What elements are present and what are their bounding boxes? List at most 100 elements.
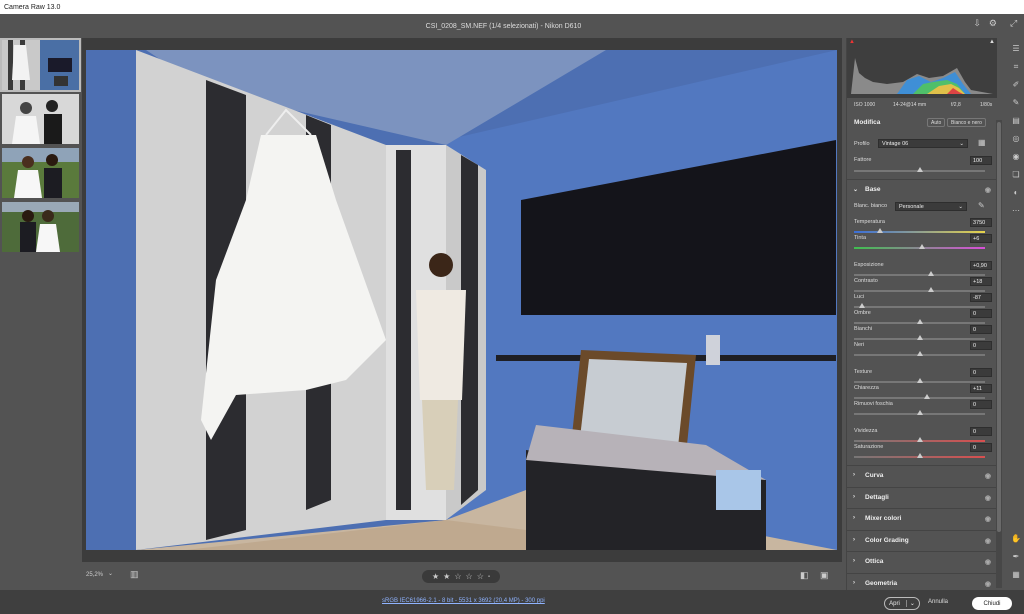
slider-track[interactable] bbox=[854, 228, 985, 233]
graduated-filter-icon[interactable]: ▤ bbox=[1011, 116, 1021, 126]
rating-stars[interactable]: ★ ★ ☆ ☆ ☆ ▪ bbox=[422, 570, 500, 583]
thumbnail-1[interactable] bbox=[0, 38, 81, 92]
photo-preview[interactable] bbox=[86, 50, 837, 550]
slider-knob[interactable] bbox=[916, 437, 923, 442]
star-5[interactable]: ☆ bbox=[477, 572, 484, 581]
heal-brush-icon[interactable]: ✐ bbox=[1011, 80, 1021, 90]
thumbnail-4[interactable] bbox=[2, 202, 79, 252]
eye-icon[interactable]: ◉ bbox=[985, 186, 991, 194]
open-button[interactable]: Apri ⌄ bbox=[884, 597, 920, 610]
profile-select[interactable]: Vintage 06 ⌄ bbox=[878, 139, 968, 148]
eye-icon[interactable]: ◉ bbox=[985, 515, 991, 523]
done-button[interactable]: Chiudi bbox=[972, 597, 1012, 610]
section-color-grading[interactable]: › Color Grading ◉ bbox=[847, 529, 997, 550]
color-sampler-icon[interactable]: ✒ bbox=[1011, 552, 1021, 562]
wb-select[interactable]: Personale ⌄ bbox=[895, 202, 967, 211]
section-curva[interactable]: › Curva ◉ bbox=[847, 465, 997, 485]
star-3[interactable]: ☆ bbox=[454, 572, 461, 581]
more-icon[interactable]: ⋯ bbox=[1011, 206, 1021, 216]
slider-value[interactable]: +11 bbox=[970, 384, 992, 393]
cancel-button[interactable]: Annulla bbox=[928, 599, 948, 605]
slider-knob[interactable] bbox=[877, 228, 884, 233]
slider-value[interactable]: 0 bbox=[970, 325, 992, 334]
slider-track[interactable] bbox=[854, 410, 985, 415]
compare-view-icon[interactable]: ▣ bbox=[820, 571, 829, 580]
slider-value[interactable]: +0,90 bbox=[970, 261, 992, 270]
shadow-clipping-icon[interactable]: ▲ bbox=[849, 39, 855, 45]
eye-icon[interactable]: ◉ bbox=[985, 494, 991, 502]
slider-track[interactable] bbox=[854, 271, 985, 276]
slider-knob[interactable] bbox=[928, 287, 935, 292]
slider-value[interactable]: 0 bbox=[970, 443, 992, 452]
section-base[interactable]: ⌄ Base ◉ bbox=[847, 179, 997, 199]
crop-icon[interactable]: ⌗ bbox=[1011, 62, 1021, 72]
slider-track[interactable] bbox=[854, 303, 985, 308]
slider-knob[interactable] bbox=[858, 303, 865, 308]
presets-icon[interactable]: ◐ bbox=[1011, 188, 1021, 198]
section-ottica[interactable]: › Ottica ◉ bbox=[847, 551, 997, 571]
slider-value[interactable]: 0 bbox=[970, 341, 992, 350]
zoom-level[interactable]: 25,2% bbox=[86, 572, 103, 578]
star-4[interactable]: ☆ bbox=[466, 572, 473, 581]
slider-knob[interactable] bbox=[916, 410, 923, 415]
eye-icon[interactable]: ◉ bbox=[985, 558, 991, 566]
slider-track[interactable] bbox=[854, 335, 985, 340]
slider-knob[interactable] bbox=[916, 378, 923, 383]
eyedropper-icon[interactable]: ✎ bbox=[978, 202, 985, 210]
slider-track[interactable] bbox=[854, 437, 985, 442]
slider-track[interactable] bbox=[854, 351, 985, 356]
slider-knob[interactable] bbox=[928, 271, 935, 276]
gear-icon[interactable]: ⚙ bbox=[989, 19, 997, 28]
radial-filter-icon[interactable]: ◎ bbox=[1011, 134, 1021, 144]
snapshots-icon[interactable]: ❏ bbox=[1011, 170, 1021, 180]
thumbnail-3[interactable] bbox=[2, 148, 79, 198]
slider-track[interactable] bbox=[854, 244, 985, 249]
slider-value[interactable]: +6 bbox=[970, 234, 992, 243]
slider-value[interactable]: 0 bbox=[970, 309, 992, 318]
red-eye-icon[interactable]: ◉ bbox=[1011, 152, 1021, 162]
section-dettagli[interactable]: › Dettagli ◉ bbox=[847, 486, 997, 507]
auto-button[interactable]: Auto bbox=[927, 118, 946, 127]
image-canvas[interactable] bbox=[82, 38, 842, 562]
hand-tool-icon[interactable]: ✋ bbox=[1011, 534, 1021, 544]
slider-track[interactable] bbox=[854, 453, 985, 458]
slider-knob[interactable] bbox=[916, 351, 923, 356]
grid-overlay-icon[interactable]: ▦ bbox=[1011, 570, 1021, 580]
eye-icon[interactable]: ◉ bbox=[985, 472, 991, 480]
slider-value[interactable]: 3750 bbox=[970, 218, 992, 227]
filmstrip-toggle-icon[interactable]: ▥ bbox=[130, 570, 139, 579]
chevron-down-icon[interactable]: ⌄ bbox=[905, 600, 915, 607]
fullscreen-icon[interactable]: ⤢ bbox=[1010, 19, 1017, 28]
save-icon[interactable]: ⇩ bbox=[973, 19, 981, 28]
section-mixer-colori[interactable]: › Mixer colori ◉ bbox=[847, 508, 997, 528]
slider-value[interactable]: -87 bbox=[970, 293, 992, 302]
amount-knob[interactable] bbox=[916, 167, 923, 172]
trash-icon[interactable]: ▪ bbox=[488, 574, 490, 580]
slider-track[interactable] bbox=[854, 319, 985, 324]
amount-value[interactable]: 100 bbox=[970, 156, 992, 165]
workflow-options-link[interactable]: sRGB IEC61966-2.1 - 8 bit - 5531 x 3692 … bbox=[382, 598, 545, 604]
zoom-dropdown-icon[interactable]: ⌄ bbox=[108, 571, 113, 577]
eye-icon[interactable]: ◉ bbox=[985, 537, 991, 545]
highlight-clipping-icon[interactable]: ▲ bbox=[989, 39, 995, 45]
scrollbar-thumb[interactable] bbox=[997, 122, 1001, 532]
slider-value[interactable]: 0 bbox=[970, 400, 992, 409]
slider-track[interactable] bbox=[854, 378, 985, 383]
star-2[interactable]: ★ bbox=[443, 572, 450, 581]
before-after-icon[interactable]: ◧ bbox=[800, 571, 809, 580]
amount-slider[interactable] bbox=[854, 167, 985, 172]
slider-knob[interactable] bbox=[916, 319, 923, 324]
slider-track[interactable] bbox=[854, 394, 985, 399]
bw-button[interactable]: Bianco e nero bbox=[947, 118, 986, 127]
panel-scrollbar[interactable] bbox=[996, 120, 1002, 588]
slider-value[interactable]: 0 bbox=[970, 368, 992, 377]
adjustment-brush-icon[interactable]: ✎ bbox=[1011, 98, 1021, 108]
eye-icon[interactable]: ◉ bbox=[985, 580, 991, 588]
star-1[interactable]: ★ bbox=[432, 572, 439, 581]
slider-track[interactable] bbox=[854, 287, 985, 292]
edit-sliders-icon[interactable]: ☰ bbox=[1011, 44, 1021, 54]
profile-browser-icon[interactable]: ▦ bbox=[978, 139, 986, 147]
slider-knob[interactable] bbox=[924, 394, 931, 399]
slider-knob[interactable] bbox=[919, 244, 926, 249]
slider-knob[interactable] bbox=[916, 335, 923, 340]
